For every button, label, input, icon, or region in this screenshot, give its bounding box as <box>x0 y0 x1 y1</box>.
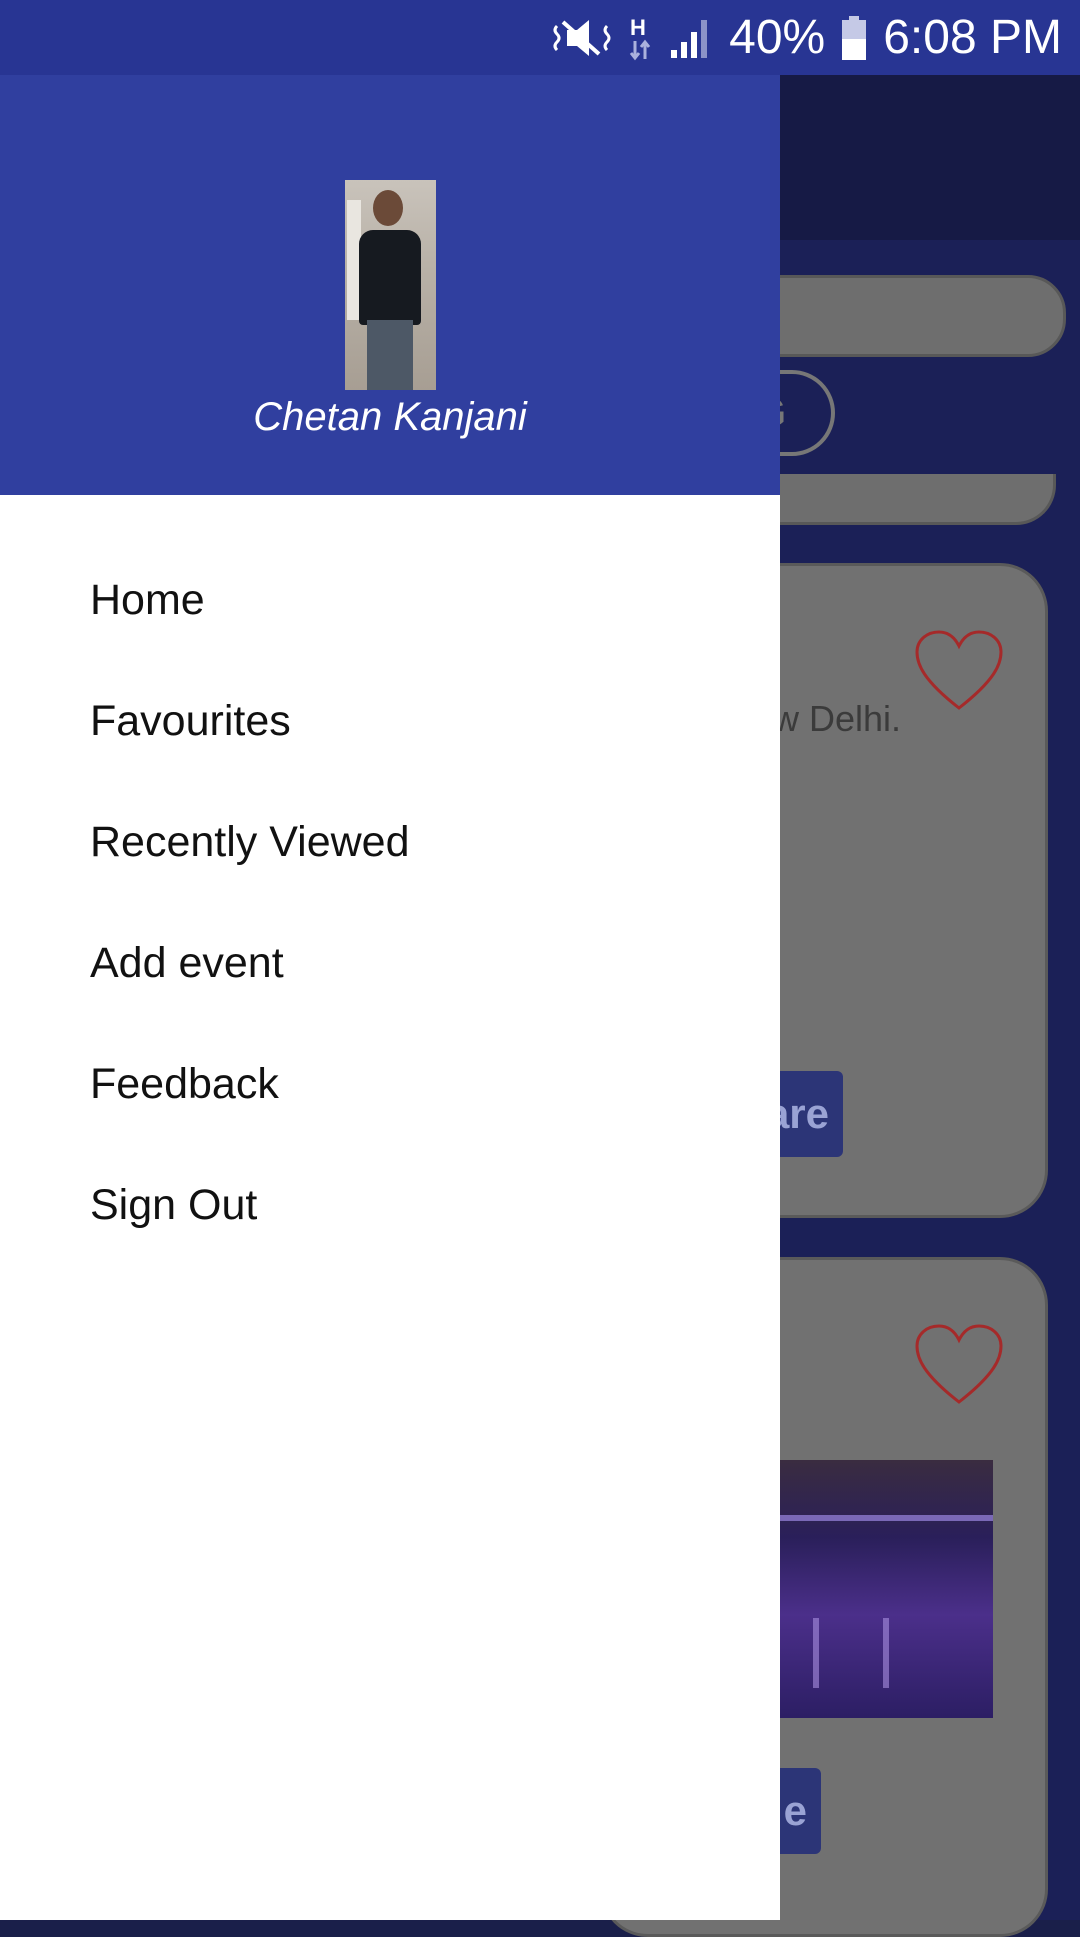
menu-item-recently-viewed[interactable]: Recently Viewed <box>0 782 780 903</box>
menu-item-sign-out[interactable]: Sign Out <box>0 1145 780 1266</box>
user-name: Chetan Kanjani <box>253 395 527 439</box>
navigation-drawer: Chetan Kanjani Home Favourites Recently … <box>0 0 780 1920</box>
signal-icon <box>669 16 713 60</box>
mute-icon <box>553 16 611 60</box>
heart-icon <box>913 628 1005 718</box>
battery-percent: 40% <box>729 11 826 64</box>
menu-item-add-event[interactable]: Add event <box>0 903 780 1024</box>
menu-item-feedback[interactable]: Feedback <box>0 1024 780 1145</box>
data-h-icon: H <box>627 15 653 61</box>
drawer-header: Chetan Kanjani <box>0 75 780 495</box>
avatar[interactable] <box>345 180 436 390</box>
battery-icon <box>841 15 867 61</box>
drawer-menu: Home Favourites Recently Viewed Add even… <box>0 540 780 1266</box>
status-bar: H 40% 6:08 PM <box>0 0 1080 75</box>
svg-text:H: H <box>630 15 646 40</box>
clock: 6:08 PM <box>883 11 1062 64</box>
menu-item-home[interactable]: Home <box>0 540 780 661</box>
menu-item-favourites[interactable]: Favourites <box>0 661 780 782</box>
heart-icon <box>913 1322 1005 1412</box>
